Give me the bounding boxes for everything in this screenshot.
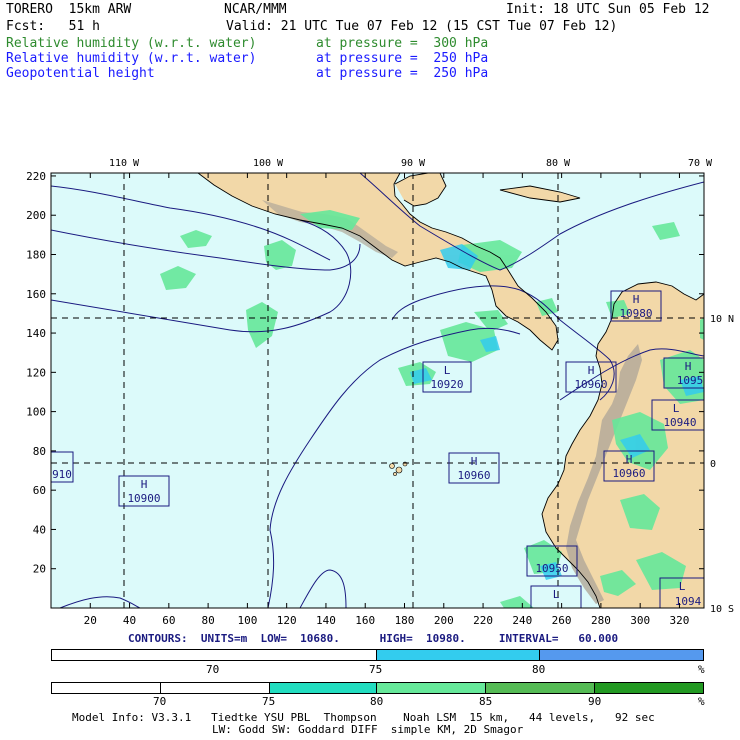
center-value: 10960	[457, 469, 490, 482]
x-tick-label: 300	[630, 614, 650, 627]
center-value: 10950	[535, 562, 568, 575]
galapagos-island	[395, 466, 403, 474]
y-tick-label: 100	[26, 406, 46, 419]
x-tick-label: 200	[434, 614, 454, 627]
y-tick-label: 60	[33, 484, 46, 497]
x-tick-label: 100	[237, 614, 257, 627]
center-type: H	[588, 364, 595, 377]
lat-label: 10 S	[710, 604, 734, 615]
galapagos-island	[393, 472, 397, 476]
colorbar-300-label: 85	[479, 695, 493, 708]
galapagos-island	[389, 463, 395, 469]
center-value: 10960	[612, 467, 645, 480]
x-tick-label: 240	[512, 614, 532, 627]
center-type: L	[673, 402, 680, 415]
center-type: H	[626, 453, 633, 466]
y-tick-label: 160	[26, 288, 46, 301]
colorbar-300-label: 70	[153, 695, 167, 708]
x-tick-label: 180	[395, 614, 415, 627]
lon-label: 90 W	[401, 158, 426, 169]
center-value: 10960	[574, 378, 607, 391]
colorbar-250-segment	[376, 649, 540, 661]
contour-info: CONTOURS: UNITS=m LOW= 10680. HIGH= 1098…	[128, 632, 619, 645]
weather-map: H 10980 L 10920 H 10960 H 1095 L 10940 H…	[26, 158, 734, 627]
x-tick-label: 220	[473, 614, 493, 627]
colorbar-300-label: 75	[262, 695, 276, 708]
center-type: H	[633, 293, 640, 306]
x-tick-label: 60	[162, 614, 175, 627]
colorbar-300-segment	[485, 682, 595, 694]
colorbar-300-label: 80	[370, 695, 384, 708]
y-tick-label: 20	[33, 563, 46, 576]
colorbar-300-segment	[51, 682, 161, 694]
lon-label: 80 W	[546, 158, 571, 169]
center-value: 910	[52, 468, 72, 481]
center-type: L	[553, 588, 560, 601]
center-type: H	[471, 455, 478, 468]
y-tick-label: 40	[33, 523, 46, 536]
lon-label: 100 W	[253, 158, 284, 169]
x-tick-label: 320	[670, 614, 690, 627]
center-value: 10920	[430, 378, 463, 391]
x-tick-label: 40	[123, 614, 136, 627]
center-value: 10900	[127, 492, 160, 505]
center-type: L	[679, 580, 686, 593]
center-value: 1094	[675, 595, 702, 608]
y-tick-label: 80	[33, 445, 46, 458]
y-tick-label: 200	[26, 209, 46, 222]
center-type: H	[141, 478, 148, 491]
y-tick-label: 140	[26, 327, 46, 340]
x-tick-label: 80	[201, 614, 214, 627]
lon-label: 70 W	[688, 158, 713, 169]
x-tick-label: 280	[591, 614, 611, 627]
y-tick-label: 220	[26, 170, 46, 183]
colorbar-250-label: 80	[532, 663, 546, 676]
colorbar-250-label: 75	[369, 663, 383, 676]
center-value: 1095	[677, 374, 704, 387]
x-tick-label: 260	[552, 614, 572, 627]
x-tick-label: 160	[355, 614, 375, 627]
colorbar-300-segment	[160, 682, 270, 694]
colorbar-300-label: 90	[588, 695, 602, 708]
colorbar-250-label: %	[698, 663, 705, 676]
lat-label: 0	[710, 459, 716, 470]
x-tick-label: 20	[84, 614, 97, 627]
lat-label: 10 N	[710, 314, 734, 325]
center-value: 10940	[663, 416, 696, 429]
colorbar-250-label: 70	[206, 663, 220, 676]
center-type: H	[685, 360, 692, 373]
colorbar-300-label: %	[698, 695, 705, 708]
colorbar-300-segment	[376, 682, 486, 694]
lon-label: 110 W	[109, 158, 140, 169]
y-tick-label: 180	[26, 249, 46, 262]
colorbar-250-segment	[51, 649, 377, 661]
center-type: L	[444, 364, 451, 377]
model-physics: LW: Godd SW: Goddard DIFF simple KM, 2D …	[212, 723, 524, 736]
y-tick-label: 120	[26, 366, 46, 379]
center-value: 10980	[619, 307, 652, 320]
x-tick-label: 120	[277, 614, 297, 627]
colorbar-300-segment	[594, 682, 704, 694]
x-tick-label: 140	[316, 614, 336, 627]
colorbar-250-segment	[539, 649, 704, 661]
colorbar-300-segment	[269, 682, 377, 694]
